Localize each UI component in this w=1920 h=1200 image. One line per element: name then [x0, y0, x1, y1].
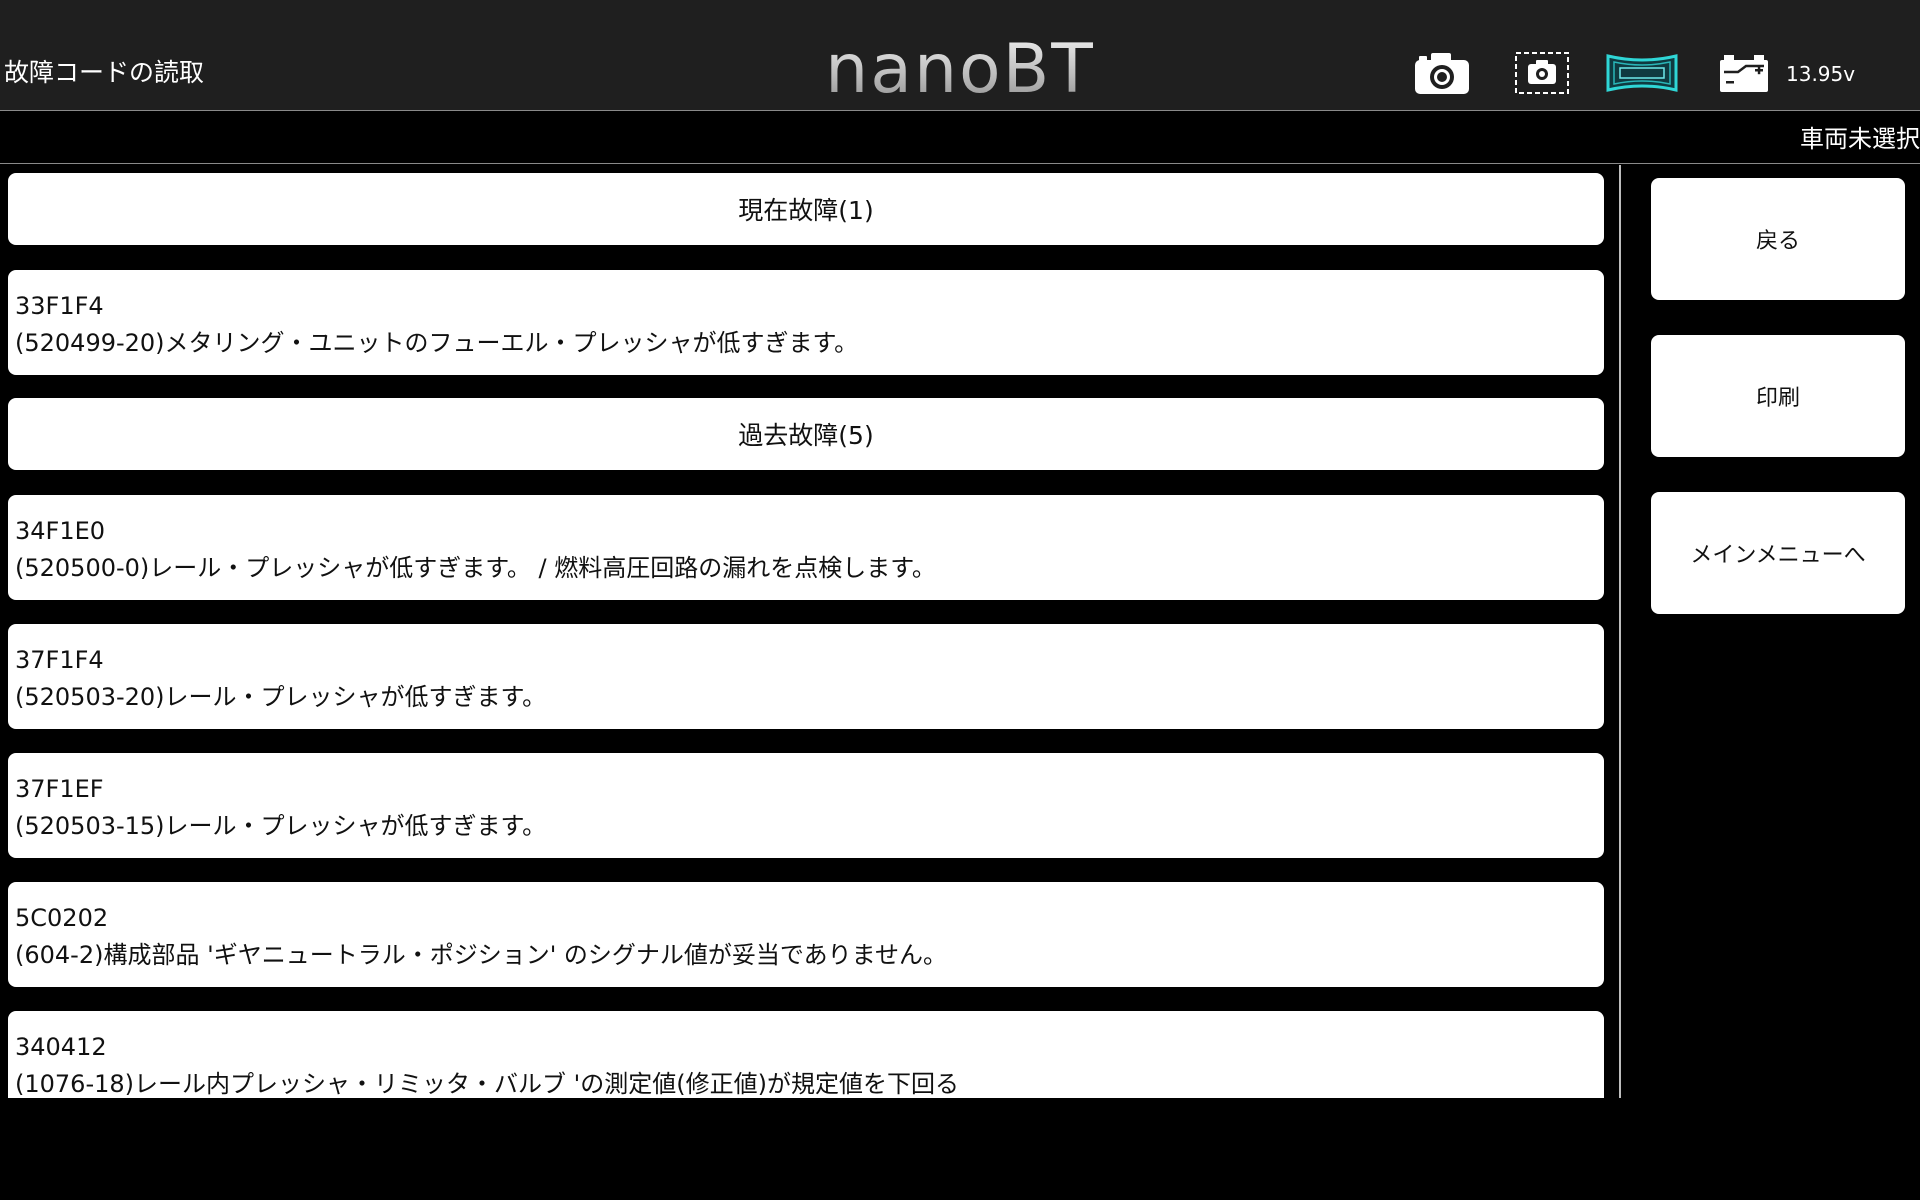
- fault-item[interactable]: 340412 (1076-18)レール内プレッシャ・リミッタ・バルブ 'の測定値…: [8, 1011, 1604, 1098]
- brand-logo: nanoBT: [825, 30, 1095, 109]
- back-button[interactable]: 戻る: [1651, 178, 1905, 300]
- vehicle-status-bar: 車両未選択: [0, 112, 1920, 164]
- fault-code: 340412: [15, 1033, 107, 1061]
- past-faults-header-label: 過去故障(5): [738, 421, 874, 450]
- vci-connection-button[interactable]: [1602, 48, 1682, 98]
- fault-description: (520503-20)レール・プレッシャが低すぎます。: [15, 683, 547, 711]
- fault-item[interactable]: 34F1E0 (520500-0)レール・プレッシャが低すぎます。 / 燃料高圧…: [8, 495, 1604, 600]
- top-bar: 故障コードの読取 nanoBT 13.95v: [0, 0, 1920, 111]
- screenshot-frame-icon: [1515, 52, 1569, 94]
- fault-code: 37F1EF: [15, 775, 104, 803]
- screen-title: 故障コードの読取: [4, 58, 205, 87]
- fault-item[interactable]: 37F1EF (520503-15)レール・プレッシャが低すぎます。: [8, 753, 1604, 858]
- camera-icon: [1415, 53, 1469, 94]
- vehicle-selection-status[interactable]: 車両未選択: [1800, 124, 1920, 154]
- camera-button[interactable]: [1412, 48, 1472, 98]
- fault-code: 37F1F4: [15, 646, 104, 674]
- fault-code: 33F1F4: [15, 292, 104, 320]
- fault-description: (520503-15)レール・プレッシャが低すぎます。: [15, 812, 547, 840]
- fault-description: (520500-0)レール・プレッシャが低すぎます。 / 燃料高圧回路の漏れを点…: [15, 554, 936, 582]
- fault-item[interactable]: 5C0202 (604-2)構成部品 'ギヤニュートラル・ポジション' のシグナ…: [8, 882, 1604, 987]
- current-faults-header-label: 現在故障(1): [738, 196, 874, 225]
- fault-item[interactable]: 37F1F4 (520503-20)レール・プレッシャが低すぎます。: [8, 624, 1604, 729]
- battery-icon: [1720, 55, 1768, 92]
- fault-item[interactable]: 33F1F4 (520499-20)メタリング・ユニットのフューエル・プレッシャ…: [8, 270, 1604, 375]
- fault-description: (1076-18)レール内プレッシャ・リミッタ・バルブ 'の測定値(修正値)が規…: [15, 1070, 959, 1098]
- fault-code: 5C0202: [15, 904, 109, 932]
- fault-description: (604-2)構成部品 'ギヤニュートラル・ポジション' のシグナル値が妥当であ…: [15, 941, 947, 969]
- screenshot-button[interactable]: [1512, 48, 1572, 98]
- current-faults-header: 現在故障(1): [8, 173, 1604, 245]
- battery-status: [1716, 48, 1772, 98]
- vci-connection-icon: [1606, 54, 1678, 92]
- fault-list[interactable]: 現在故障(1) 33F1F4 (520499-20)メタリング・ユニットのフュー…: [0, 165, 1620, 1098]
- battery-voltage: 13.95v: [1786, 62, 1856, 86]
- fault-description: (520499-20)メタリング・ユニットのフューエル・プレッシャが低すぎます。: [15, 329, 859, 357]
- main-menu-button[interactable]: メインメニューへ: [1651, 492, 1905, 614]
- panel-divider: [1619, 165, 1621, 1098]
- past-faults-header: 過去故障(5): [8, 398, 1604, 470]
- print-button[interactable]: 印刷: [1651, 335, 1905, 457]
- fault-code: 34F1E0: [15, 517, 106, 545]
